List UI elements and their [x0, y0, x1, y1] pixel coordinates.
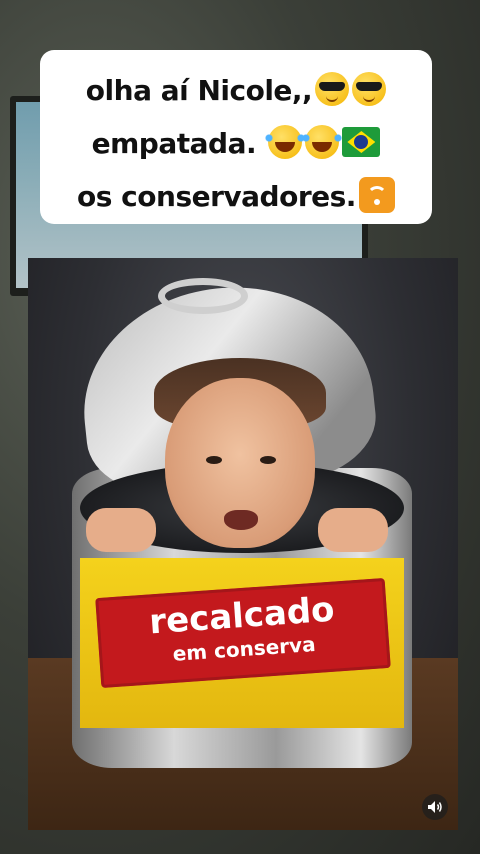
tears-of-joy-emoji-icon — [302, 125, 343, 159]
sunglasses-emoji-icon — [352, 72, 387, 106]
speaker-icon — [428, 801, 442, 813]
pull-tab-ring — [158, 278, 248, 314]
caption-line-2: empatada. — [46, 117, 426, 170]
caption-line-3: os conservadores. — [46, 170, 426, 223]
wireless-emoji-icon — [358, 177, 395, 213]
caption-line-1: olha aí Nicole,, — [46, 64, 426, 117]
person-mouth — [224, 510, 258, 530]
tears-of-joy-emoji-icon — [265, 125, 306, 159]
sound-toggle-button[interactable] — [422, 794, 448, 820]
caption-text-3: os conservadores. — [77, 180, 356, 213]
meme-photo: recalcado em conserva — [28, 258, 458, 830]
person-hand-left — [86, 508, 156, 552]
person-hand-right — [318, 508, 388, 552]
caption-box: olha aí Nicole,, empatada. os conservado… — [40, 50, 432, 224]
caption-text-1: olha aí Nicole,, — [85, 74, 313, 107]
sunglasses-emoji-icon — [315, 72, 350, 106]
person-eye-right — [260, 456, 276, 464]
brazil-flag-emoji-icon — [342, 127, 381, 157]
person-eye-left — [206, 456, 222, 464]
caption-text-2: empatada. — [91, 127, 257, 160]
